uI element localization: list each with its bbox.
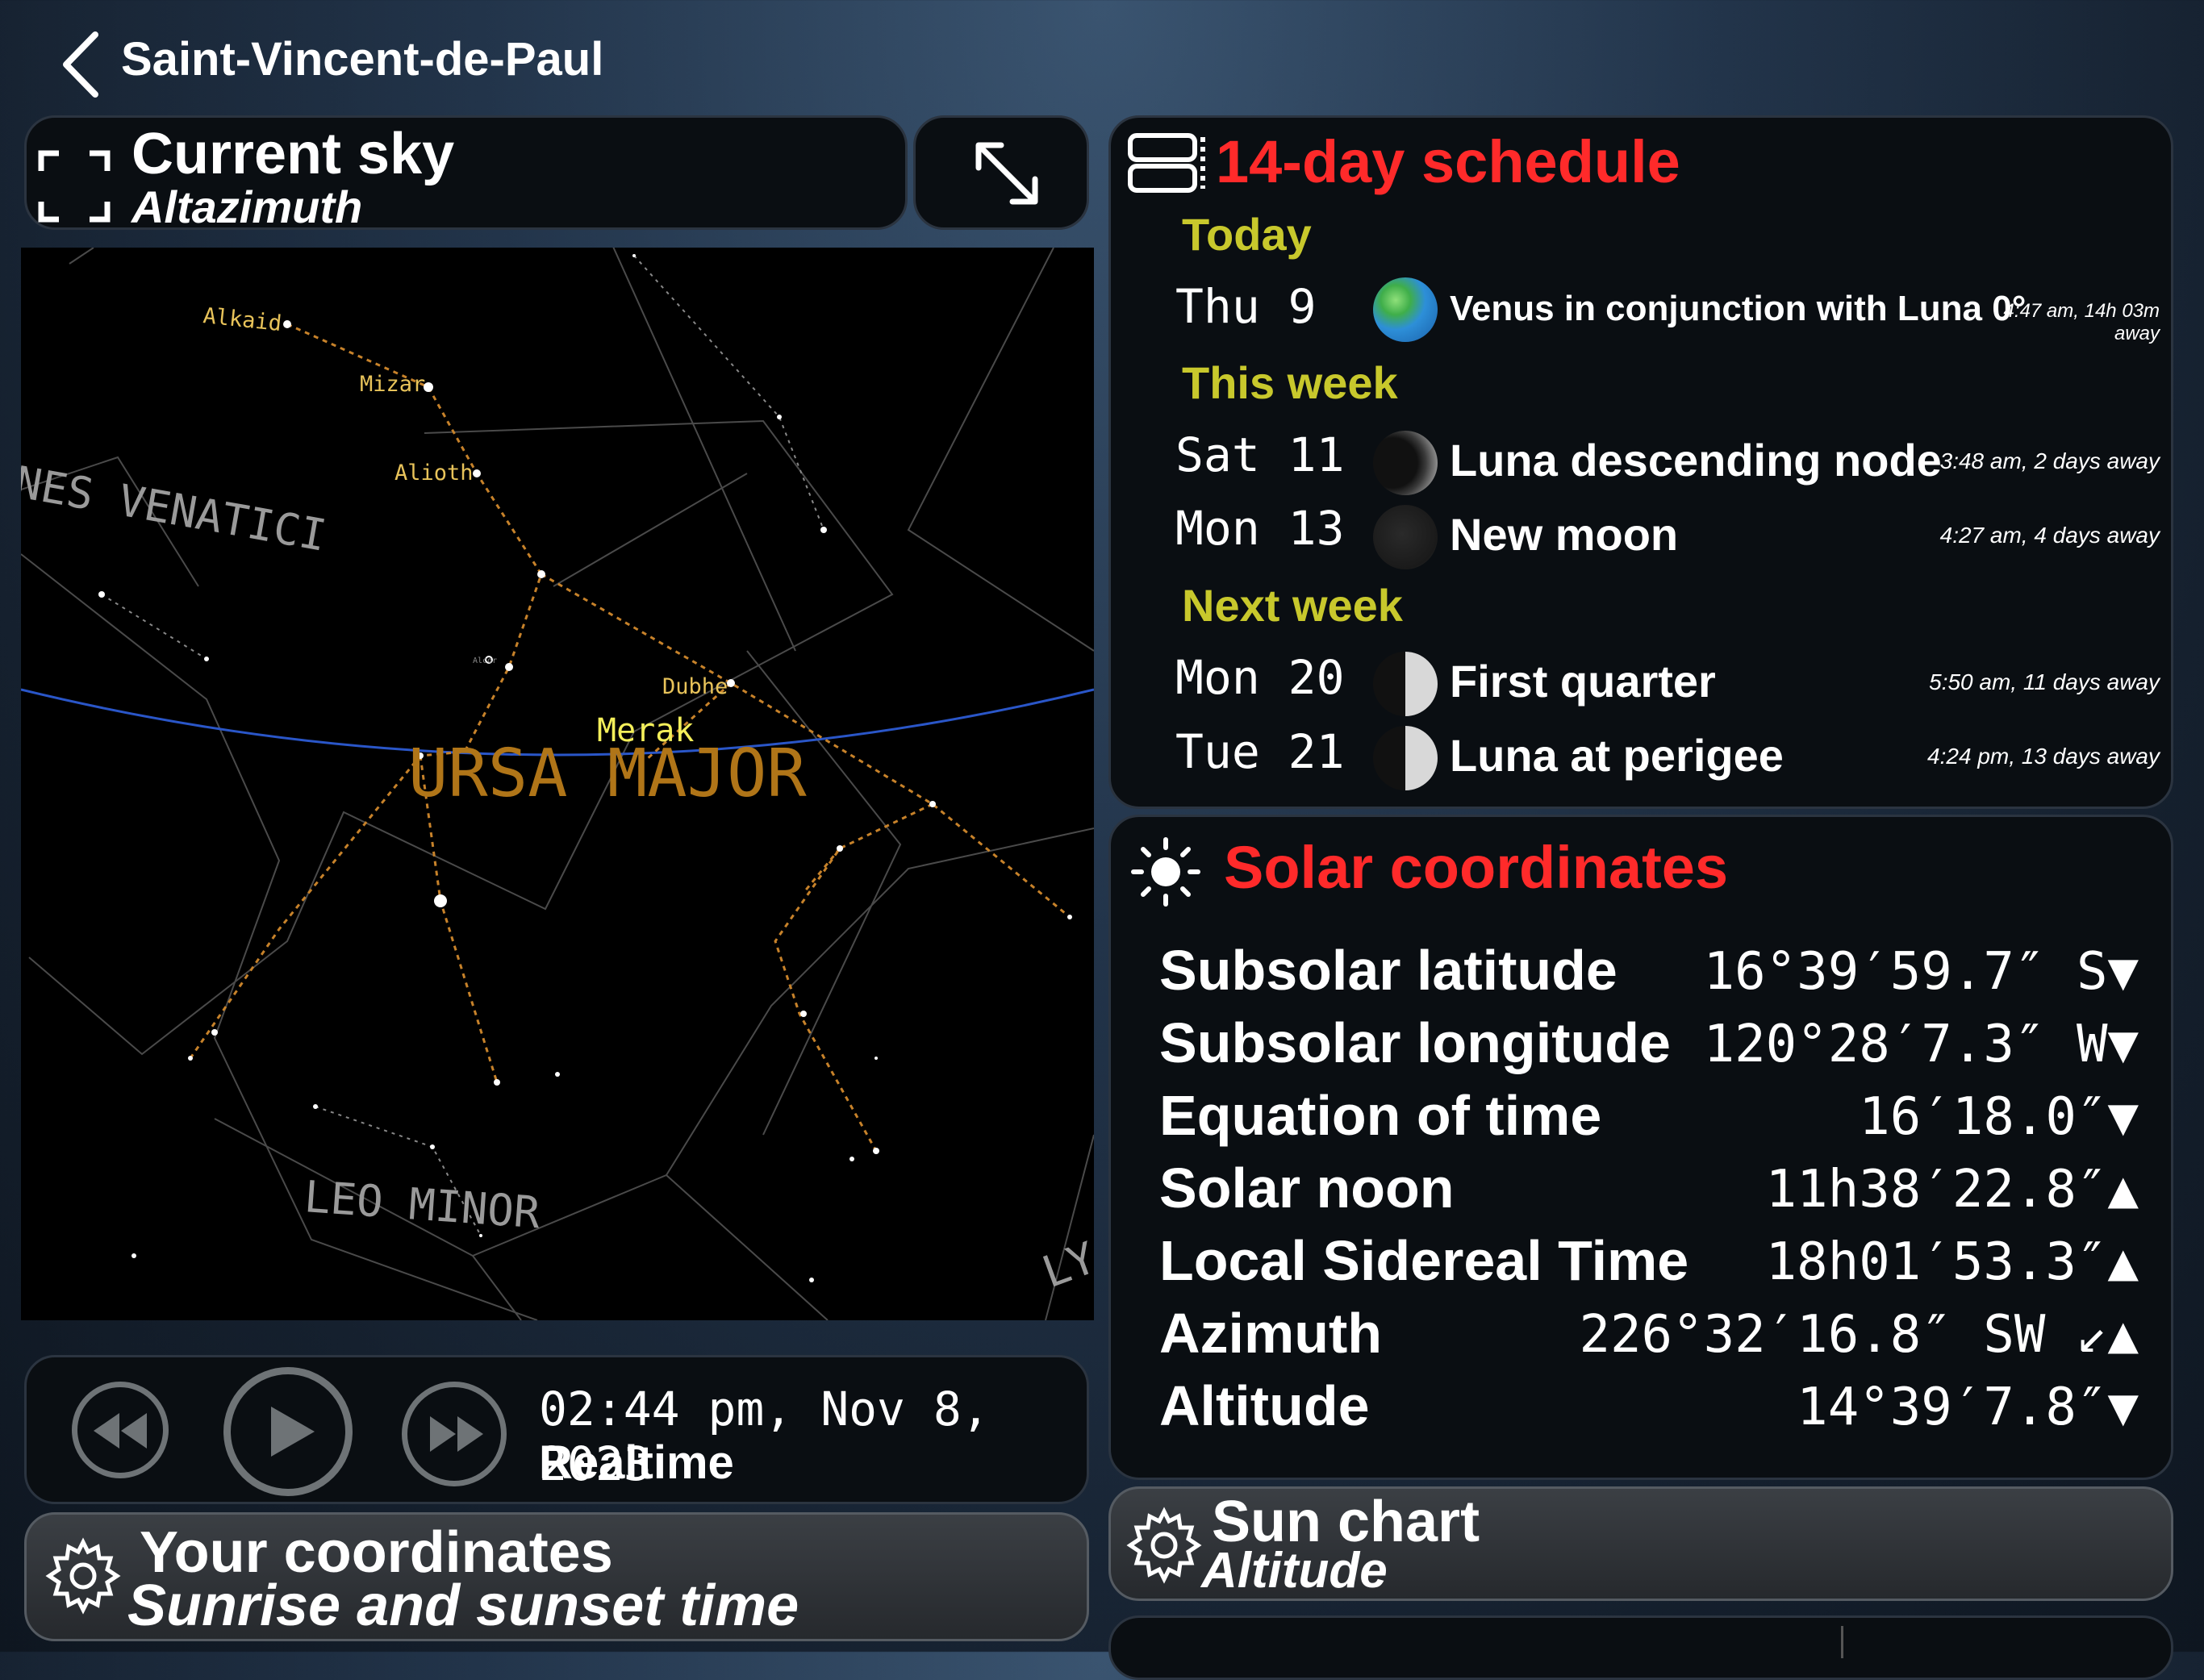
schedule-title: 14-day schedule <box>1216 128 1680 195</box>
solar-row-label: Equation of time <box>1159 1084 1602 1147</box>
event-date: Mon 13 <box>1175 501 1345 556</box>
event-title: New moon <box>1450 509 1679 560</box>
event-date: Mon 20 <box>1175 650 1345 705</box>
solar-row-label: Local Sidereal Time <box>1159 1229 1689 1292</box>
first-quarter-moon-icon <box>1373 726 1438 790</box>
event-title: First quarter <box>1450 656 1716 707</box>
event-time: 3:48 am, 2 days away <box>1939 448 2160 473</box>
next-panel-edge <box>1108 1615 2173 1680</box>
star-label-alioth: Alioth <box>394 461 474 486</box>
solar-row-label: Subsolar latitude <box>1159 939 1618 1002</box>
new-moon-icon <box>1373 505 1438 569</box>
solar-title: Solar coordinates <box>1224 834 1729 901</box>
first-quarter-moon-icon <box>1373 652 1438 716</box>
constellation-label-leo-minor: LEO MINOR <box>303 1171 542 1238</box>
solar-row-value: 14°39′7.8″▼ <box>1797 1378 2139 1437</box>
constellation-label-lynx: LY <box>1036 1232 1094 1298</box>
coordinates-subtitle: Sunrise and sunset time <box>127 1574 799 1638</box>
star-label-dubhe: Dubhe <box>662 674 728 699</box>
group-heading-next-week: Next week <box>1182 580 1403 631</box>
sun-chart-panel[interactable]: Sun chart Altitude <box>1108 1486 2173 1601</box>
star-label-merak: Merak <box>597 712 694 749</box>
group-heading-today: Today <box>1182 209 1312 260</box>
back-button[interactable] <box>56 28 113 101</box>
fullscreen-arrows-icon <box>975 142 1038 205</box>
solar-row-value: 18h01′53.3″▲ <box>1765 1232 2139 1292</box>
solar-row-label: Solar noon <box>1159 1157 1455 1219</box>
solar-row-value: 120°28′7.3″ W▼ <box>1703 1015 2139 1074</box>
event-date: Thu 9 <box>1175 279 1317 334</box>
group-heading-this-week: This week <box>1182 357 1398 408</box>
location-title: Saint-Vincent-de-Paul <box>121 33 604 85</box>
schedule-panel[interactable]: 14-day schedule Today Thu 9 Venus in con… <box>1108 115 2173 809</box>
play-icon <box>271 1407 315 1457</box>
solar-row-value: 226°32′16.8″ SW ↙▲ <box>1579 1305 2139 1365</box>
earth-icon <box>1373 277 1438 342</box>
rewind-icon <box>94 1413 147 1449</box>
sky-map[interactable]: NES VENATICI URSA MAJOR LEO MINOR LY Alk… <box>21 248 1094 1320</box>
star-label-mizar: Mizar <box>360 372 425 397</box>
sky-header-panel[interactable]: Current sky Altazimuth <box>24 115 908 232</box>
event-title: Luna descending node <box>1450 435 1942 486</box>
event-time: 4:24 pm, 13 days away <box>1927 744 2160 769</box>
event-title: Venus in conjunction with Luna 0° <box>1450 289 2027 328</box>
schedule-icon <box>1128 133 1205 193</box>
gear-icon <box>45 1537 121 1615</box>
fullscreen-button[interactable] <box>913 115 1089 230</box>
event-date: Tue 21 <box>1175 724 1345 779</box>
star-label-alcor: Alcor <box>473 657 497 665</box>
event-time: 5:50 am, 11 days away <box>1929 669 2160 694</box>
sun-icon <box>1131 837 1200 907</box>
event-title: Luna at perigee <box>1450 730 1784 781</box>
solar-row-value: 11h38′22.8″▲ <box>1765 1160 2139 1219</box>
constellation-label-canes-venatici: NES VENATICI <box>21 456 330 561</box>
fast-forward-button[interactable] <box>402 1382 507 1486</box>
rewind-button[interactable] <box>72 1382 169 1478</box>
sky-title: Current sky <box>131 122 455 186</box>
solar-row-label: Subsolar longitude <box>1159 1011 1671 1074</box>
expand-frame-icon <box>38 150 111 223</box>
sky-subtitle: Altazimuth <box>131 181 363 232</box>
fast-forward-icon <box>430 1416 483 1452</box>
chevron-left-icon <box>63 31 98 98</box>
moon-crescent-icon <box>1373 431 1438 495</box>
solar-coordinates-panel[interactable]: Solar coordinates Subsolar latitude 16°3… <box>1108 815 2173 1480</box>
solar-row-label: Altitude <box>1159 1374 1370 1437</box>
solar-row-label: Azimuth <box>1159 1302 1383 1365</box>
gear-icon <box>1126 1507 1202 1584</box>
sun-chart-subtitle: Altitude <box>1201 1543 1388 1599</box>
event-date: Sat 11 <box>1175 427 1345 482</box>
solar-row-value: 16°39′59.7″ S▼ <box>1703 942 2139 1002</box>
event-time: 4:47 am, 14h 03m away <box>2003 300 2160 344</box>
star-label-alkaid: Alkaid <box>202 303 282 336</box>
time-control-panel: 02:44 pm, Nov 8, 2023 Realtime <box>24 1355 1089 1504</box>
sky-map-canvas: NES VENATICI URSA MAJOR LEO MINOR LY Alk… <box>21 248 1094 1320</box>
panel-divider <box>1841 1626 1843 1658</box>
solar-row-value: 16′18.0″▼ <box>1859 1087 2139 1147</box>
play-button[interactable] <box>223 1367 353 1496</box>
event-time: 4:27 am, 4 days away <box>1939 523 2160 548</box>
time-mode: Realtime <box>539 1436 734 1489</box>
coordinates-panel[interactable]: Your coordinates Sunrise and sunset time <box>24 1512 1089 1641</box>
